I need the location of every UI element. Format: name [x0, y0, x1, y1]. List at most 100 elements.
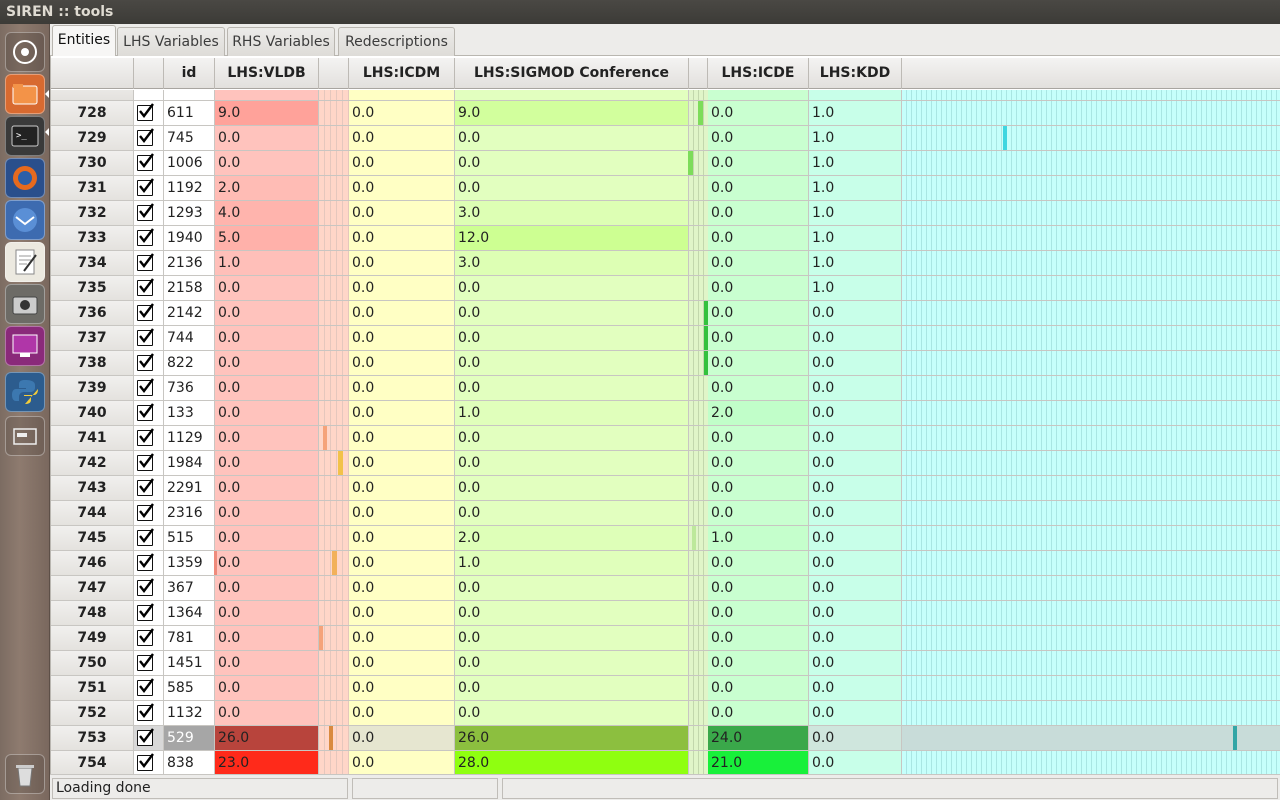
- checkbox-icon[interactable]: [137, 153, 154, 171]
- checkbox-icon[interactable]: [137, 178, 154, 196]
- cell-vldb[interactable]: 0.0: [215, 426, 319, 451]
- cell-icdm[interactable]: 0.0: [349, 426, 455, 451]
- dash-icon[interactable]: [5, 32, 45, 72]
- table-row[interactable]: 741 1129 0.0 0.0 0.0 0.0 0.0: [51, 426, 1280, 451]
- cell-sigmod[interactable]: 1.0: [455, 401, 689, 426]
- cell-vldb[interactable]: 0.0: [215, 676, 319, 701]
- cell-sigmod[interactable]: 0.0: [455, 176, 689, 201]
- cell-icdm[interactable]: 0.0: [349, 401, 455, 426]
- table-row[interactable]: 743 2291 0.0 0.0 0.0 0.0 0.0: [51, 476, 1280, 501]
- cell-kdd[interactable]: 0.0: [809, 651, 902, 676]
- table-row[interactable]: 750 1451 0.0 0.0 0.0 0.0 0.0: [51, 651, 1280, 676]
- row-enabled-checkbox[interactable]: [134, 301, 164, 326]
- cell-icdm[interactable]: 0.0: [349, 751, 455, 774]
- cell-icdm[interactable]: 0.0: [349, 251, 455, 276]
- cell-id[interactable]: 1293: [164, 201, 215, 226]
- cell-id[interactable]: 781: [164, 626, 215, 651]
- table-row[interactable]: 749 781 0.0 0.0 0.0 0.0 0.0: [51, 626, 1280, 651]
- checkbox-icon[interactable]: [137, 128, 154, 146]
- checkbox-icon[interactable]: [137, 628, 154, 646]
- column-header-collapsed[interactable]: [689, 58, 708, 89]
- cell-icdm[interactable]: 0.0: [349, 176, 455, 201]
- cell-kdd[interactable]: 1.0: [809, 176, 902, 201]
- cell-icde[interactable]: 0.0: [708, 701, 809, 726]
- checkbox-icon[interactable]: [137, 253, 154, 271]
- cell-icdm[interactable]: 0.0: [349, 726, 455, 751]
- table-row[interactable]: 731 1192 2.0 0.0 0.0 0.0 1.0: [51, 176, 1280, 201]
- cell-id[interactable]: 367: [164, 576, 215, 601]
- cell-icde[interactable]: 0.0: [708, 126, 809, 151]
- cell-id[interactable]: 1451: [164, 651, 215, 676]
- cell-icdm[interactable]: [349, 90, 455, 101]
- row-enabled-checkbox[interactable]: [134, 101, 164, 126]
- firefox-icon[interactable]: [5, 158, 45, 198]
- cell-vldb[interactable]: 9.0: [215, 101, 319, 126]
- cell-kdd[interactable]: 0.0: [809, 551, 902, 576]
- checkbox-icon[interactable]: [137, 653, 154, 671]
- window-icon[interactable]: [5, 416, 45, 456]
- cell-kdd[interactable]: 0.0: [809, 476, 902, 501]
- checkbox-icon[interactable]: [137, 328, 154, 346]
- cell-sigmod[interactable]: 0.0: [455, 501, 689, 526]
- cell-vldb[interactable]: 0.0: [215, 451, 319, 476]
- checkbox-icon[interactable]: [137, 678, 154, 696]
- cell-id[interactable]: 2291: [164, 476, 215, 501]
- cell-icdm[interactable]: 0.0: [349, 376, 455, 401]
- cell-icde[interactable]: [708, 90, 809, 101]
- table-row-partial[interactable]: [51, 90, 1280, 101]
- cell-icdm[interactable]: 0.0: [349, 451, 455, 476]
- cell-icde[interactable]: 0.0: [708, 101, 809, 126]
- cell-icde[interactable]: 0.0: [708, 676, 809, 701]
- cell-sigmod[interactable]: 0.0: [455, 326, 689, 351]
- checkbox-icon[interactable]: [137, 428, 154, 446]
- cell-icdm[interactable]: 0.0: [349, 576, 455, 601]
- enabled-column-header[interactable]: [134, 58, 164, 89]
- cell-sigmod[interactable]: 0.0: [455, 426, 689, 451]
- row-enabled-checkbox[interactable]: [134, 626, 164, 651]
- table-row[interactable]: 740 133 0.0 0.0 1.0 2.0 0.0: [51, 401, 1280, 426]
- cell-icde[interactable]: 0.0: [708, 376, 809, 401]
- cell-sigmod[interactable]: 0.0: [455, 476, 689, 501]
- cell-id[interactable]: 529: [164, 726, 215, 751]
- cell-icde[interactable]: 0.0: [708, 651, 809, 676]
- cell-sigmod[interactable]: 0.0: [455, 376, 689, 401]
- cell-id[interactable]: 2136: [164, 251, 215, 276]
- checkbox-icon[interactable]: [137, 728, 154, 746]
- column-header-icde[interactable]: LHS:ICDE: [708, 58, 809, 89]
- cell-icdm[interactable]: 0.0: [349, 551, 455, 576]
- column-header-collapsed[interactable]: [319, 58, 349, 89]
- cell-vldb[interactable]: 0.0: [215, 551, 319, 576]
- cell-kdd[interactable]: 0.0: [809, 451, 902, 476]
- cell-icde[interactable]: 2.0: [708, 401, 809, 426]
- cell-vldb[interactable]: 0.0: [215, 326, 319, 351]
- row-enabled-checkbox[interactable]: [134, 551, 164, 576]
- tab-entities[interactable]: Entities: [52, 25, 116, 57]
- cell-id[interactable]: 2142: [164, 301, 215, 326]
- cell-icdm[interactable]: 0.0: [349, 651, 455, 676]
- checkbox-icon[interactable]: [137, 578, 154, 596]
- cell-icde[interactable]: 0.0: [708, 576, 809, 601]
- cell-kdd[interactable]: 1.0: [809, 276, 902, 301]
- table-row[interactable]: 754 838 23.0 0.0 28.0 21.0 0.0: [51, 751, 1280, 774]
- row-enabled-checkbox[interactable]: [134, 376, 164, 401]
- cell-icdm[interactable]: 0.0: [349, 151, 455, 176]
- cell-sigmod[interactable]: 3.0: [455, 201, 689, 226]
- row-enabled-checkbox[interactable]: [134, 176, 164, 201]
- checkbox-icon[interactable]: [137, 103, 154, 121]
- cell-sigmod[interactable]: [455, 90, 689, 101]
- cell-vldb[interactable]: 0.0: [215, 476, 319, 501]
- cell-kdd[interactable]: 0.0: [809, 576, 902, 601]
- cell-icde[interactable]: 0.0: [708, 251, 809, 276]
- cell-id[interactable]: 822: [164, 351, 215, 376]
- cell-sigmod[interactable]: 2.0: [455, 526, 689, 551]
- cell-sigmod[interactable]: 0.0: [455, 451, 689, 476]
- cell-kdd[interactable]: [809, 90, 902, 101]
- row-enabled-checkbox[interactable]: [134, 401, 164, 426]
- checkbox-icon[interactable]: [137, 228, 154, 246]
- row-enabled-checkbox[interactable]: [134, 476, 164, 501]
- cell-kdd[interactable]: 0.0: [809, 351, 902, 376]
- cell-sigmod[interactable]: 9.0: [455, 101, 689, 126]
- cell-kdd[interactable]: 0.0: [809, 326, 902, 351]
- table-row[interactable]: 730 1006 0.0 0.0 0.0 0.0 1.0: [51, 151, 1280, 176]
- tab-rhs-variables[interactable]: RHS Variables: [227, 27, 335, 56]
